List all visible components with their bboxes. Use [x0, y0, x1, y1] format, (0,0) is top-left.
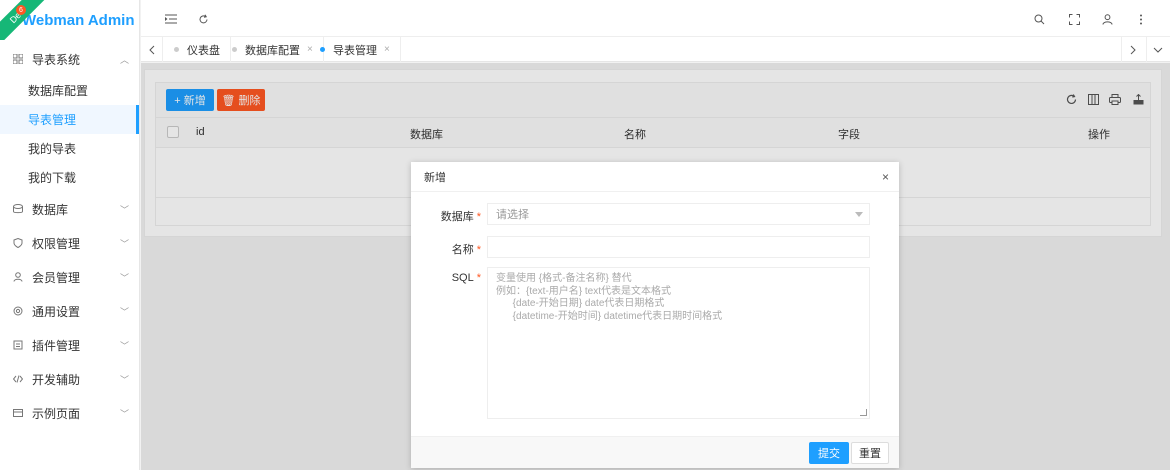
chevron-down-icon: ﹀	[119, 408, 129, 419]
fullscreen-icon[interactable]	[1066, 11, 1082, 27]
app-logo[interactable]: Dev 6 Webman Admin	[0, 0, 139, 40]
refresh-icon[interactable]	[195, 11, 211, 27]
tab-label: 导表管理	[333, 44, 377, 57]
database-label: 数据库 *	[411, 208, 481, 224]
chevron-down-icon: ﹀	[119, 374, 129, 385]
user-icon	[12, 271, 24, 283]
env-count-badge: 6	[16, 5, 26, 15]
name-label-text: 名称	[451, 244, 474, 256]
dialog-title: 新增	[411, 162, 899, 192]
chevron-down-icon: ﹀	[119, 238, 129, 249]
grid-icon	[12, 53, 24, 65]
sidebar-group-label: 示例页面	[32, 406, 81, 421]
sidebar-group-label: 导表系统	[32, 52, 81, 67]
sidebar-group-export-system[interactable]: 导表系统 ︿	[0, 42, 139, 76]
sidebar-group-examples[interactable]: 示例页面 ﹀	[0, 396, 139, 430]
tab-dot	[232, 47, 237, 52]
sidebar-group-plugins[interactable]: 插件管理 ﹀	[0, 328, 139, 362]
name-input[interactable]	[487, 236, 870, 258]
close-icon[interactable]: ×	[384, 44, 390, 55]
code-icon	[12, 373, 24, 385]
tab-label: 数据库配置	[245, 44, 300, 57]
sidebar-group-label: 插件管理	[32, 338, 81, 353]
sidebar-group-label: 会员管理	[32, 270, 81, 285]
layout-icon	[12, 407, 24, 419]
add-dialog: 新增 × 数据库 * 请选择 名称 * SQL * 变量使用 {格式-备注名称} 替代…	[411, 162, 899, 468]
sidebar-group-label: 权限管理	[32, 236, 81, 251]
chevron-down-icon: ﹀	[119, 272, 129, 283]
tab-scroll-left-icon[interactable]	[141, 37, 163, 62]
tab-dot	[320, 47, 325, 52]
reset-button[interactable]: 重置	[851, 442, 889, 464]
tab-dot	[174, 47, 179, 52]
resize-handle-icon[interactable]	[860, 409, 867, 416]
shield-icon	[12, 237, 24, 249]
sidebar-group-permission[interactable]: 权限管理 ﹀	[0, 226, 139, 260]
tab-menu-chevron-down-icon[interactable]	[1146, 37, 1168, 62]
sidebar: Dev 6 Webman Admin 导表系统 ︿ 数据库配置 导表管理 我的导…	[0, 0, 140, 470]
caret-down-icon	[855, 212, 863, 217]
tab-export-manage[interactable]: 导表管理 ×	[310, 37, 401, 62]
chevron-up-icon: ︿	[119, 54, 129, 65]
sidebar-group-label: 数据库	[32, 202, 69, 217]
gear-icon	[12, 305, 24, 317]
sidebar-group-dev-tools[interactable]: 开发辅助 ﹀	[0, 362, 139, 396]
database-icon	[12, 203, 24, 215]
app-title: Webman Admin	[22, 11, 135, 29]
sidebar-item-db-config[interactable]: 数据库配置	[0, 76, 139, 105]
tab-db-config[interactable]: 数据库配置 ×	[222, 37, 324, 62]
sidebar-group-settings[interactable]: 通用设置 ﹀	[0, 294, 139, 328]
sql-label-text: SQL	[451, 272, 474, 284]
tab-scroll-right-icon[interactable]	[1121, 37, 1143, 62]
tab-bar: 仪表盘 数据库配置 × 导表管理 ×	[141, 37, 1170, 62]
chevron-down-icon: ﹀	[119, 340, 129, 351]
sidebar-group-label: 开发辅助	[32, 372, 81, 387]
search-icon[interactable]	[1031, 11, 1047, 27]
chevron-down-icon: ﹀	[119, 204, 129, 215]
required-mark: *	[476, 211, 481, 223]
required-mark: *	[476, 244, 481, 256]
sidebar-group-members[interactable]: 会员管理 ﹀	[0, 260, 139, 294]
user-icon[interactable]	[1099, 11, 1115, 27]
database-select[interactable]: 请选择	[487, 203, 870, 225]
more-vertical-icon[interactable]	[1133, 11, 1149, 27]
database-select-placeholder: 请选择	[496, 209, 529, 221]
sql-textarea[interactable]: 变量使用 {格式-备注名称} 替代 例如：{text-用户名} text代表是文…	[487, 267, 870, 419]
required-mark: *	[476, 272, 481, 284]
plugin-icon	[12, 339, 24, 351]
sidebar-group-database[interactable]: 数据库 ﹀	[0, 192, 139, 226]
tab-label: 仪表盘	[187, 44, 220, 57]
sidebar-group-label: 通用设置	[32, 304, 81, 319]
sidebar-item-export-manage[interactable]: 导表管理	[0, 105, 139, 134]
dialog-footer: 提交 重置	[411, 436, 899, 468]
top-header	[141, 0, 1170, 37]
sql-placeholder: 变量使用 {格式-备注名称} 替代 例如：{text-用户名} text代表是文…	[496, 273, 723, 322]
submit-button[interactable]: 提交	[809, 442, 849, 464]
chevron-down-icon: ﹀	[119, 306, 129, 317]
tab-dashboard[interactable]: 仪表盘	[164, 37, 231, 62]
collapse-menu-icon[interactable]	[163, 11, 179, 27]
close-icon[interactable]: ×	[882, 170, 889, 184]
database-label-text: 数据库	[440, 211, 474, 223]
sidebar-item-my-exports[interactable]: 我的导表	[0, 134, 139, 163]
name-label: 名称 *	[411, 241, 481, 257]
sidebar-item-my-downloads[interactable]: 我的下载	[0, 163, 139, 192]
sql-label: SQL *	[411, 272, 481, 284]
